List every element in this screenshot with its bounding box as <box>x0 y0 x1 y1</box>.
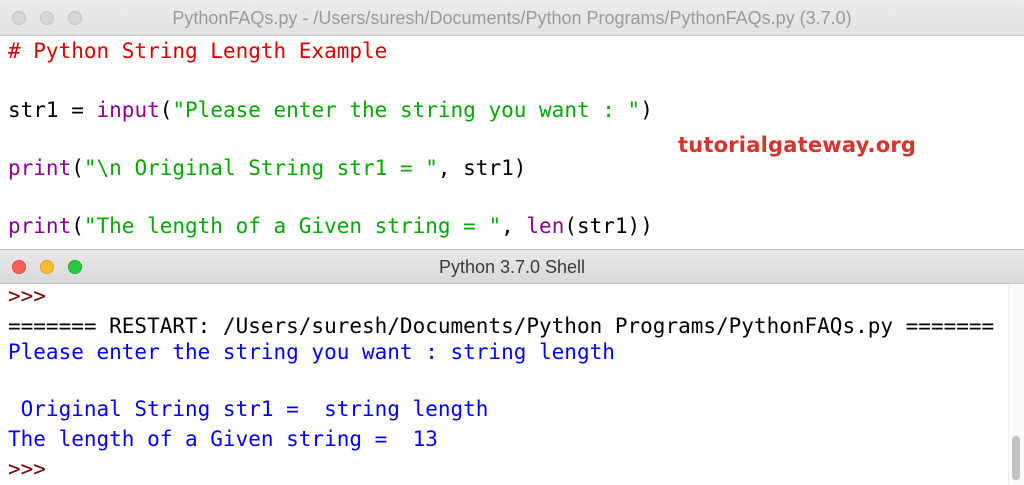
code-token: ( <box>71 214 84 238</box>
code-token: ( <box>71 156 84 180</box>
code-line-print-original: print("\n Original String str1 = ", str1… <box>8 155 526 181</box>
code-comment-line: # Python String Length Example <box>8 39 388 63</box>
shell-restart-line: ======= RESTART: /Users/suresh/Documents… <box>8 314 995 338</box>
shell-prompt-end: >>> <box>8 457 46 481</box>
shell-output-length: The length of a Given string = 13 <box>8 427 438 451</box>
code-token: (str1)) <box>564 214 653 238</box>
code-string: "The length of a Given string = " <box>83 214 502 238</box>
code-string: "Please enter the string you want : " <box>172 98 641 122</box>
editor-window-title: PythonFAQs.py - /Users/suresh/Documents/… <box>172 8 852 28</box>
code-token: str1 = <box>8 98 97 122</box>
python-shell[interactable]: >>> ======= RESTART: /Users/suresh/Docum… <box>0 284 1024 485</box>
code-builtin-input: input <box>96 98 160 122</box>
shell-prompt: >>> <box>8 284 46 308</box>
code-line-input: str1 = input("Please enter the string yo… <box>8 97 653 123</box>
code-token: ( <box>159 98 173 122</box>
code-line-print-length: print("The length of a Given string = ",… <box>8 213 653 239</box>
shell-window-title: Python 3.7.0 Shell <box>438 257 586 277</box>
editor-titlebar: PythonFAQs.py - /Users/suresh/Documents/… <box>0 0 1024 36</box>
shell-input-line: Please enter the string you want : strin… <box>8 340 615 364</box>
shell-titlebar: Python 3.7.0 Shell <box>0 249 1024 284</box>
code-token: , <box>501 214 527 238</box>
shell-scrollbar-thumb[interactable] <box>1012 436 1020 480</box>
shell-output-original: Original String str1 = string length <box>8 397 489 421</box>
code-builtin-len: len <box>526 214 565 238</box>
code-token: ) <box>640 98 653 122</box>
code-string: "\n Original String str1 = " <box>83 156 438 180</box>
code-builtin-print: print <box>8 214 72 238</box>
watermark-logo: tutorialgateway.org <box>678 133 917 157</box>
code-token: , str1) <box>437 156 527 180</box>
code-builtin-print: print <box>8 156 72 180</box>
